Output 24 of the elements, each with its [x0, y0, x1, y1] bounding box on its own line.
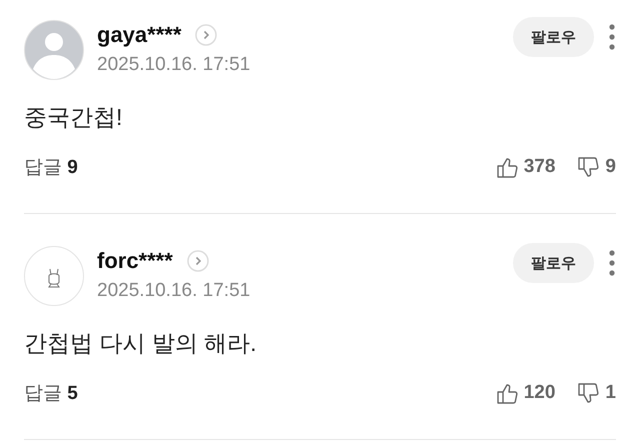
reply-count[interactable]: 답글 5 [24, 380, 496, 406]
more-icon[interactable] [608, 249, 616, 277]
like-count: 378 [524, 156, 556, 178]
dislike-count: 1 [605, 382, 616, 404]
username[interactable]: forc**** [97, 248, 173, 274]
comment-text: 간첩법 다시 발의 해라. [24, 329, 258, 358]
comment-date: 2025.10.16. 17:51 [97, 280, 252, 302]
dislike-count: 9 [605, 156, 616, 178]
follow-button[interactable]: 팔로우 [513, 243, 594, 283]
follow-button[interactable]: 팔로우 [513, 17, 594, 57]
avatar-icon [24, 246, 84, 306]
thumbs-down-icon [577, 382, 600, 404]
username[interactable]: gaya**** [97, 22, 182, 48]
more-icon[interactable] [608, 23, 616, 51]
like-count: 120 [524, 382, 556, 404]
chevron-icon [195, 24, 218, 46]
chevron-icon [186, 250, 209, 272]
avatar-icon [24, 20, 84, 80]
comment-text: 중국간첩! [24, 103, 124, 132]
thumbs-up-icon [496, 156, 518, 178]
reply-count[interactable]: 답글 9 [24, 154, 496, 180]
thumbs-up-icon [496, 382, 518, 404]
thumbs-down-icon [577, 156, 600, 178]
comment-date: 2025.10.16. 17:51 [97, 54, 252, 76]
